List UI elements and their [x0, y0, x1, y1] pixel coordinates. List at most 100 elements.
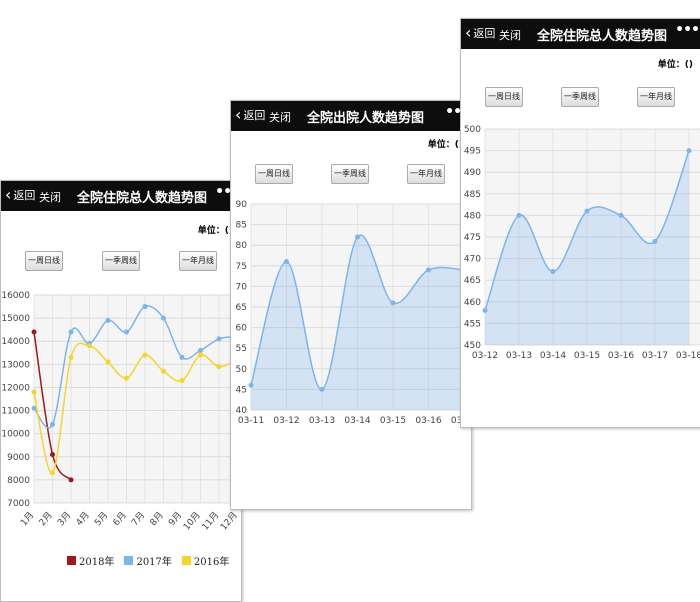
nav-bar: ‹ 返回 关闭 全院住院总人数趋势图 ••• — [461, 19, 700, 49]
x-tick-label: 03-16 — [415, 416, 441, 426]
y-tick-label: 480 — [464, 211, 481, 221]
x-tick-label: 5月 — [92, 510, 110, 528]
data-point — [124, 375, 129, 381]
data-point — [87, 343, 92, 349]
close-button[interactable]: 关闭 — [39, 189, 61, 205]
x-tick-label: 11月 — [200, 510, 222, 531]
chevron-left-icon: ‹ — [235, 105, 242, 124]
x-tick-label: 1月 — [18, 510, 36, 528]
x-tick-label: 03-17 — [642, 351, 668, 361]
data-point — [31, 389, 37, 395]
y-tick-label: 10000 — [1, 430, 30, 440]
data-point — [161, 315, 166, 321]
data-point — [482, 307, 488, 313]
data-point — [142, 352, 148, 358]
nav-bar: ‹ 返回 关闭 全院出院人数趋势图 ••• — [231, 101, 471, 131]
y-tick-label: 55 — [236, 344, 247, 354]
y-tick-label: 40 — [236, 406, 248, 416]
data-point — [179, 378, 185, 384]
legend-label-2016: 2016年 — [193, 557, 230, 568]
week-daily-button[interactable]: 一周日线 — [485, 87, 523, 107]
x-tick-label: 2月 — [37, 510, 55, 528]
y-tick-label: 470 — [464, 255, 481, 265]
data-point — [216, 336, 222, 342]
x-tick-label: 03-12 — [472, 351, 498, 361]
y-tick-label: 60 — [236, 324, 248, 334]
x-tick-label: 03-18 — [676, 351, 700, 361]
data-point — [68, 477, 74, 483]
x-tick-label: 4月 — [74, 510, 92, 528]
more-icon[interactable]: ••• — [675, 22, 700, 38]
year-monthly-button[interactable]: 一年月线 — [637, 87, 675, 107]
back-button[interactable]: ‹ 返回 — [5, 187, 35, 203]
x-tick-label: 03-14 — [344, 416, 370, 426]
quarter-weekly-button[interactable]: 一季周线 — [561, 87, 599, 107]
data-point — [105, 359, 111, 365]
data-point — [618, 212, 624, 218]
x-tick-label: 03-13 — [506, 351, 532, 361]
page-title: 全院住院总人数趋势图 — [537, 29, 668, 44]
legend-swatch-2017 — [124, 556, 134, 565]
y-tick-label: 495 — [464, 147, 481, 157]
y-tick-label: 11000 — [1, 407, 30, 417]
y-tick-label: 450 — [464, 341, 481, 351]
data-point — [390, 300, 396, 306]
quarter-weekly-button[interactable]: 一季周线 — [331, 164, 369, 184]
discharge-area-chart: 40 45 50 55 60 65 70 75 80 85 90 03-11 03-12 03-13 03-… — [236, 200, 471, 426]
data-point — [198, 347, 203, 353]
unit-label: 单位：() — [657, 60, 693, 70]
data-point — [142, 304, 148, 310]
data-point — [584, 208, 590, 214]
data-point — [124, 329, 129, 335]
back-button[interactable]: ‹ 返回 — [465, 25, 495, 41]
y-tick-label: 45 — [236, 385, 247, 395]
y-tick-label: 460 — [464, 298, 481, 308]
page-title: 全院出院人数趋势图 — [307, 111, 425, 126]
y-tick-label: 75 — [236, 262, 247, 272]
x-tick-label: 03-11 — [238, 416, 264, 426]
back-label: 返回 — [473, 27, 496, 40]
x-tick-label: 8月 — [148, 510, 166, 528]
nav-bar: ‹ 返回 关闭 全院住院总人数趋势图 ••• — [1, 181, 241, 211]
year-monthly-button[interactable]: 一年月线 — [407, 164, 445, 184]
data-point — [550, 269, 556, 275]
data-point — [355, 234, 360, 240]
y-tick-label: 9000 — [7, 453, 30, 463]
x-tick-label: 10月 — [181, 510, 203, 531]
data-point — [50, 451, 55, 457]
y-tick-label: 465 — [464, 276, 481, 286]
y-tick-label: 475 — [464, 233, 481, 243]
y-tick-label: 500 — [464, 125, 481, 135]
chevron-left-icon: ‹ — [5, 185, 12, 204]
x-tick-label: 7月 — [129, 510, 147, 528]
data-point — [31, 405, 37, 411]
data-point — [686, 148, 692, 154]
data-point — [68, 354, 74, 360]
data-point — [161, 368, 166, 374]
close-button[interactable]: 关闭 — [499, 27, 521, 43]
x-tick-label: 03-13 — [309, 416, 335, 426]
week-daily-button[interactable]: 一周日线 — [25, 251, 63, 271]
year-monthly-button[interactable]: 一年月线 — [179, 251, 217, 271]
chevron-left-icon: ‹ — [465, 23, 472, 42]
data-point — [216, 364, 222, 370]
data-point — [179, 354, 185, 360]
back-button[interactable]: ‹ 返回 — [235, 107, 265, 123]
y-tick-label: 16000 — [1, 291, 30, 301]
legend-swatch-2018 — [67, 556, 76, 565]
x-tick-label: 03-16 — [608, 351, 634, 361]
y-tick-label: 80 — [236, 241, 248, 251]
x-tick-label: 03-15 — [380, 416, 406, 426]
y-tick-label: 12000 — [1, 383, 30, 393]
y-tick-label: 70 — [236, 282, 248, 292]
week-daily-button[interactable]: 一周日线 — [255, 164, 293, 184]
close-button[interactable]: 关闭 — [269, 109, 291, 125]
phone-screen-inpatient-total-daily: ‹ 返回 关闭 全院住院总人数趋势图 ••• 单位：() 一周日线 一季周线 一… — [460, 18, 700, 428]
y-tick-label: 14000 — [1, 337, 30, 347]
y-tick-label: 15000 — [1, 314, 30, 324]
back-label: 返回 — [13, 189, 36, 202]
data-point — [284, 259, 289, 265]
quarter-weekly-button[interactable]: 一季周线 — [102, 251, 140, 271]
x-tick-label: 12月 — [218, 510, 240, 531]
legend-swatch-2016 — [181, 556, 191, 565]
